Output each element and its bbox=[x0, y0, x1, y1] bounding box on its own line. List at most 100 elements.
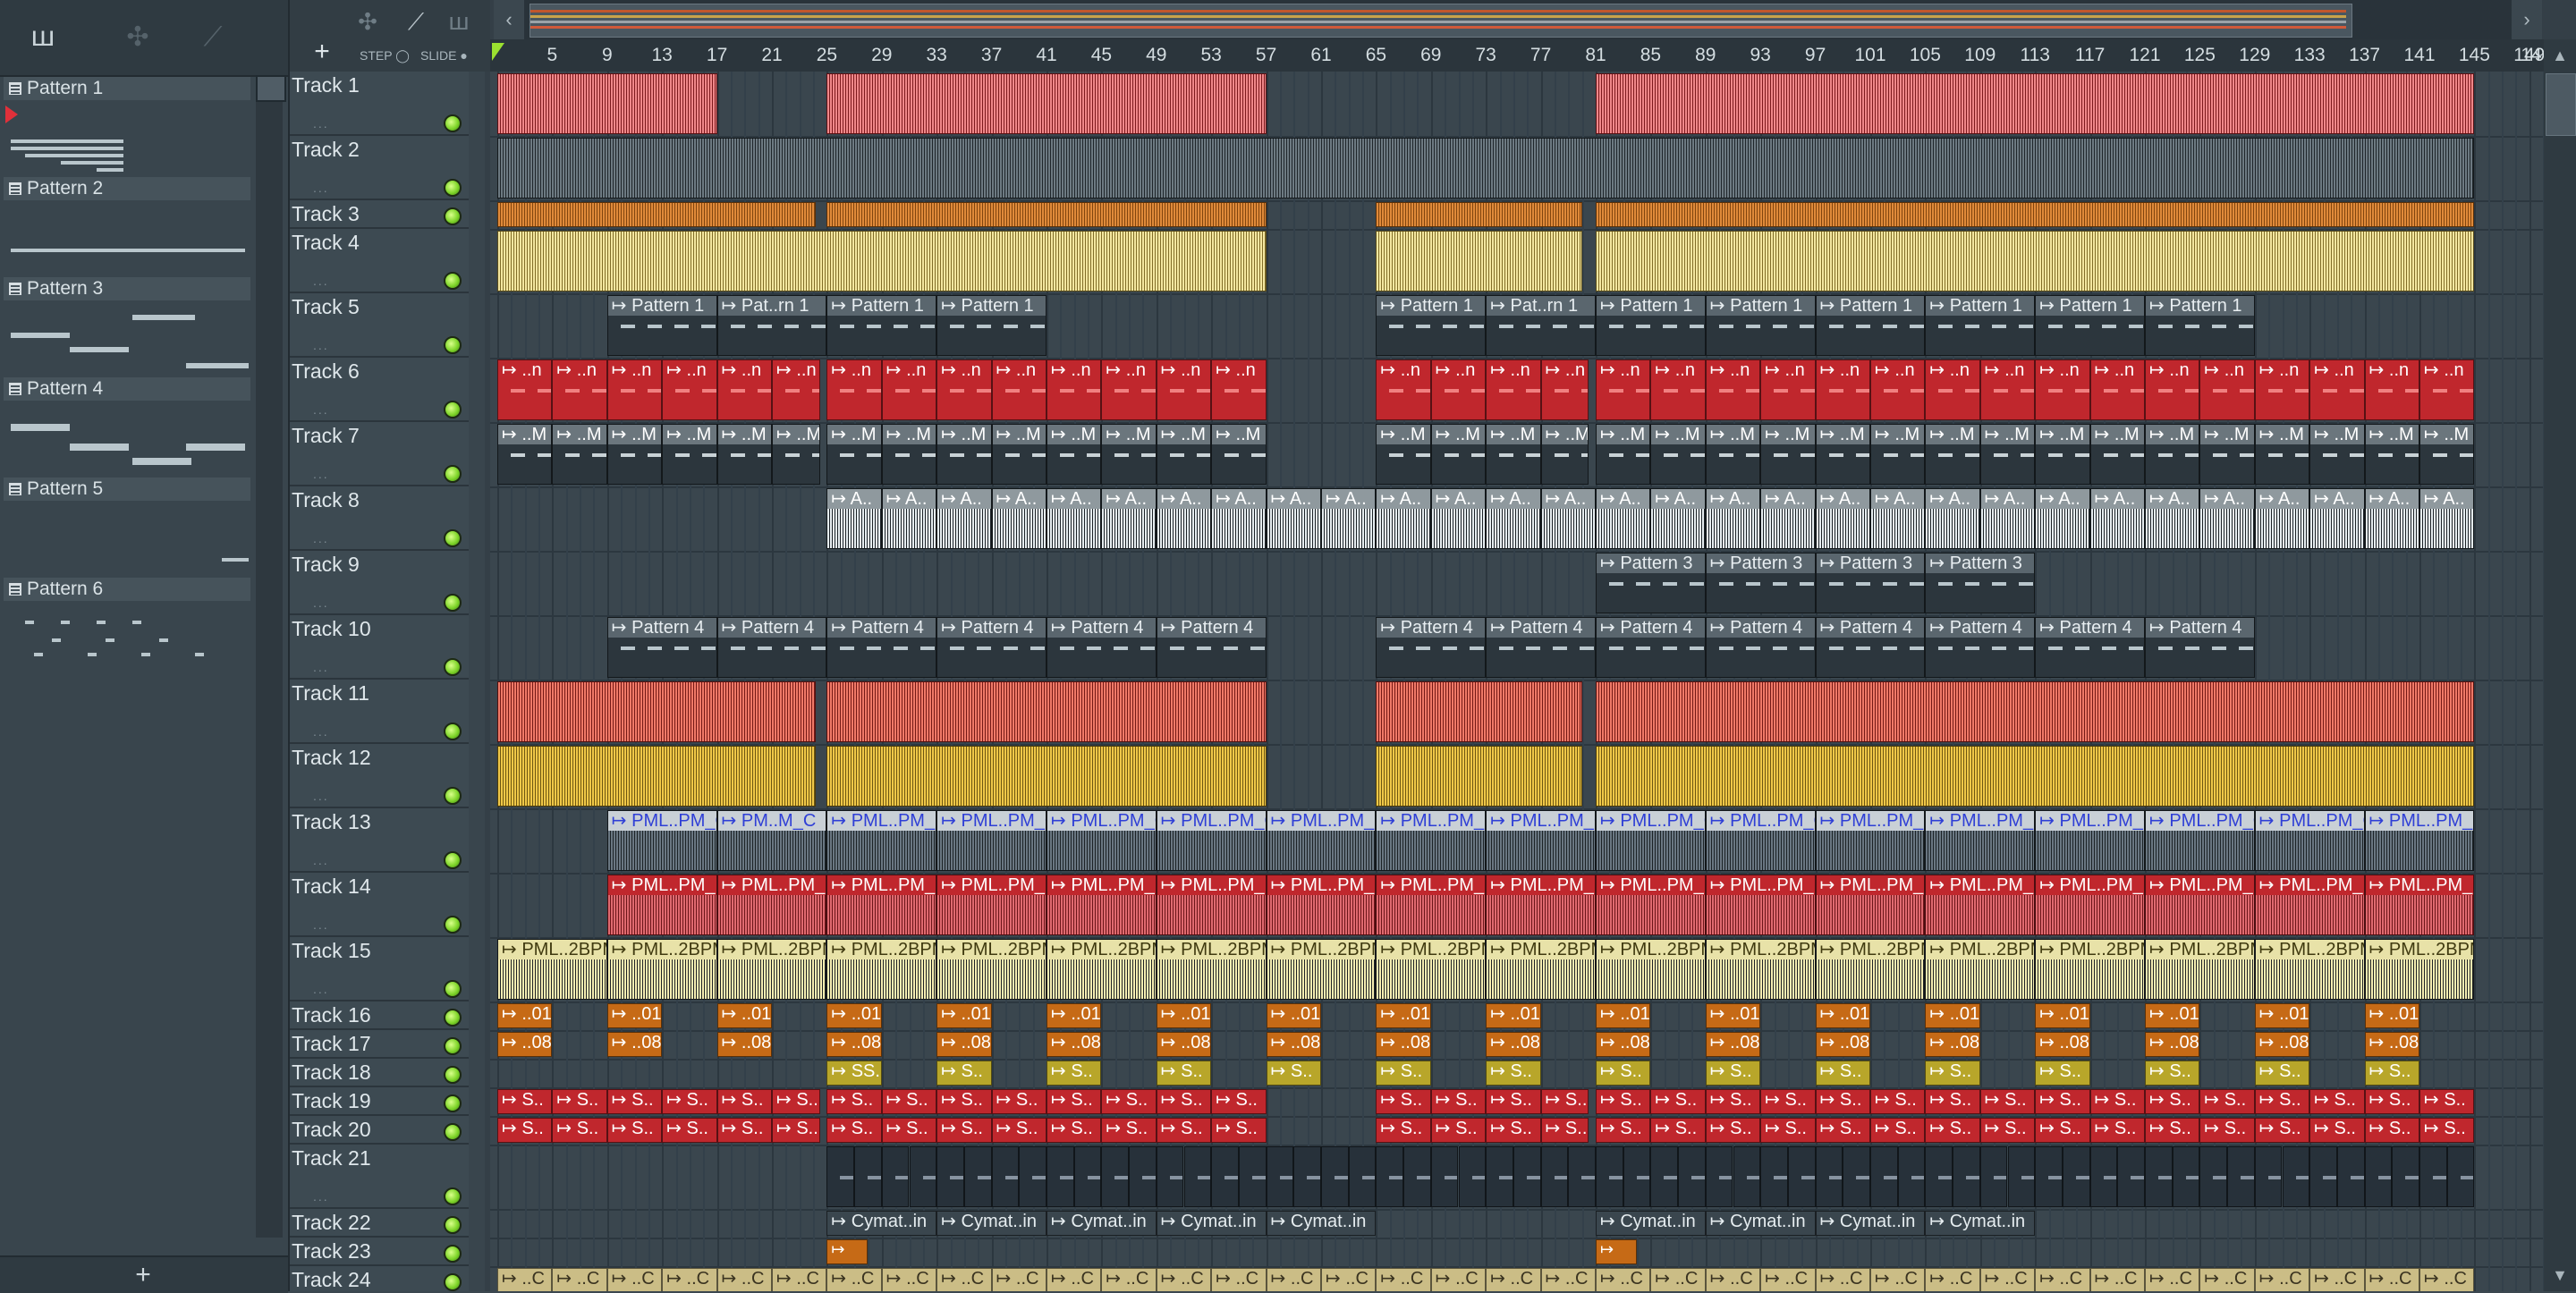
playlist-clip[interactable]: ↦ Cymat..in bbox=[1266, 1211, 1377, 1236]
playlist-clip[interactable]: ↦ S.. bbox=[1430, 1089, 1487, 1114]
playlist-clip[interactable]: ↦ ..M bbox=[2035, 424, 2090, 485]
scroll-left-arrow-icon[interactable]: ‹ bbox=[494, 0, 524, 39]
automation-icon[interactable]: ⟋ bbox=[193, 21, 233, 54]
playlist-clip[interactable] bbox=[497, 681, 817, 742]
track-mute-led-icon[interactable] bbox=[444, 207, 462, 225]
playlist-clip[interactable]: ↦ S.. bbox=[1156, 1061, 1212, 1086]
playlist-clip[interactable]: ↦ ..08 bbox=[1925, 1032, 1980, 1057]
playlist-clip[interactable] bbox=[2419, 1146, 2447, 1207]
playlist-clip[interactable] bbox=[1596, 1146, 1623, 1207]
playlist-clip[interactable]: ↦ ..08 bbox=[1266, 1032, 1321, 1057]
playlist-clip[interactable]: ↦ ..08 bbox=[826, 1032, 882, 1057]
playlist-clip[interactable]: ↦ ..01 bbox=[1046, 1003, 1102, 1028]
playlist-clip[interactable]: ↦ PML..PM_C bbox=[1815, 810, 1926, 871]
playlist-clip[interactable]: ↦ ..C bbox=[1156, 1268, 1212, 1291]
playlist-clip[interactable]: ↦ ..M bbox=[991, 424, 1046, 485]
playlist-clip[interactable]: ↦ ..C bbox=[716, 1268, 772, 1291]
playlist-clip[interactable]: ↦ S.. bbox=[2035, 1061, 2090, 1086]
scroll-down-arrow-icon[interactable]: ▼ bbox=[2544, 1259, 2576, 1291]
playlist-clip[interactable]: ↦ A.. bbox=[1101, 488, 1157, 549]
track-lane[interactable] bbox=[490, 1238, 2544, 1268]
playlist-clip[interactable]: ↦ ..C bbox=[1266, 1268, 1321, 1291]
track-mute-led-icon[interactable] bbox=[444, 787, 462, 805]
playlist-clip[interactable]: ↦ ..C bbox=[662, 1268, 717, 1291]
track-mute-led-icon[interactable] bbox=[444, 465, 462, 483]
playlist-clip[interactable]: ↦ ..n bbox=[2254, 359, 2310, 420]
playlist-clip[interactable]: ↦ ..08 bbox=[2364, 1032, 2419, 1057]
track-mute-led-icon[interactable] bbox=[444, 1245, 462, 1263]
playlist-clip[interactable] bbox=[1376, 202, 1582, 227]
playlist-clip[interactable]: ↦ ..08 bbox=[2145, 1032, 2200, 1057]
playlist-clip[interactable] bbox=[497, 73, 717, 134]
playlist-clip[interactable]: ↦ A.. bbox=[936, 488, 992, 549]
playlist-clip[interactable]: ↦ ..C bbox=[497, 1268, 553, 1291]
playlist-clip[interactable] bbox=[2446, 1146, 2475, 1207]
piano-icon[interactable]: ш bbox=[23, 21, 63, 54]
playlist-clip[interactable]: ↦ ..M bbox=[1211, 424, 1267, 485]
playlist-clip[interactable] bbox=[1293, 1146, 1321, 1207]
track-header[interactable]: Track 3 bbox=[290, 200, 469, 229]
playlist-clip[interactable]: ↦ ..C bbox=[1650, 1268, 1706, 1291]
playlist-clip[interactable]: ↦ ..C bbox=[881, 1268, 937, 1291]
playlist-clip[interactable]: ↦ PML..PM_E bbox=[2035, 875, 2145, 935]
playlist-clip[interactable]: ↦ ..M bbox=[2145, 424, 2200, 485]
playlist-clip[interactable]: ↦ bbox=[1596, 1239, 1638, 1264]
playlist-clip[interactable]: ↦ A.. bbox=[1596, 488, 1651, 549]
playlist-clip[interactable] bbox=[1596, 681, 2475, 742]
track-header[interactable]: Track 21... bbox=[290, 1145, 469, 1209]
playlist-clip[interactable] bbox=[1815, 1146, 1843, 1207]
playlist-clip[interactable]: ↦ PML..PM_E bbox=[606, 875, 717, 935]
playlist-clip[interactable]: ↦ PML..PM_C bbox=[2145, 810, 2255, 871]
playlist-clip[interactable] bbox=[1376, 681, 1582, 742]
playlist-clip[interactable]: ↦ S.. bbox=[2419, 1089, 2475, 1114]
playlist-clip[interactable]: ↦ PML..PM_E bbox=[826, 875, 937, 935]
playlist-clip[interactable]: ↦ S.. bbox=[1650, 1118, 1706, 1143]
audio-clip-icon[interactable]: ✣ bbox=[118, 21, 157, 54]
playlist-clip[interactable]: ↦ PML..PM_E bbox=[1266, 875, 1377, 935]
playlist-clip[interactable]: ↦ PML..PM_C bbox=[1046, 810, 1157, 871]
playlist-clip[interactable]: ↦ ..M bbox=[552, 424, 607, 485]
playlist-clip[interactable]: ↦ PML..2BPM bbox=[936, 939, 1046, 1000]
track-header[interactable]: Track 15... bbox=[290, 937, 469, 1001]
playlist-clip[interactable]: ↦ Cymat..in bbox=[1705, 1211, 1816, 1236]
playlist-clip[interactable]: ↦ Pattern 4 bbox=[936, 617, 1046, 678]
playlist-clip[interactable]: ↦ ..M bbox=[1540, 424, 1589, 485]
playlist-clip[interactable]: ↦ S.. bbox=[2089, 1118, 2145, 1143]
track-mute-led-icon[interactable] bbox=[444, 916, 462, 934]
playlist-clip[interactable] bbox=[1870, 1146, 1898, 1207]
playlist-clip[interactable]: ↦ S.. bbox=[1211, 1118, 1267, 1143]
playlist-clip[interactable]: ↦ PML..PM_C bbox=[1156, 810, 1267, 871]
timeline-ruler[interactable]: 5 9 13 17 21 25 29 33 37 41 45 49 53 57 61 65 69 73 77 81 85… bbox=[490, 39, 2545, 73]
playlist-clip[interactable]: ↦ PML..PM_C bbox=[1376, 810, 1487, 871]
playlist-clip[interactable]: ↦ Pattern 1 bbox=[1925, 295, 2036, 356]
playlist-clip[interactable]: ↦ ..01 bbox=[606, 1003, 663, 1028]
playlist-clip[interactable] bbox=[2117, 1146, 2145, 1207]
playlist-clip[interactable]: ↦ PML..2BPM bbox=[716, 939, 827, 1000]
playlist-clip[interactable]: ↦ Pattern 4 bbox=[2145, 617, 2255, 678]
playlist-clip[interactable]: ↦ ..01 bbox=[826, 1003, 882, 1028]
playlist-clip[interactable]: ↦ A.. bbox=[2254, 488, 2310, 549]
playlist-clip[interactable]: ↦ ..C bbox=[1430, 1268, 1487, 1291]
playlist-clip[interactable]: ↦ A.. bbox=[2309, 488, 2365, 549]
playlist-clip[interactable]: ↦ PML..PM_C bbox=[1596, 810, 1706, 871]
playlist-clip[interactable]: ↦ ..08 bbox=[2254, 1032, 2310, 1057]
playlist-clip[interactable]: ↦ A.. bbox=[991, 488, 1046, 549]
playlist-clip[interactable]: ↦ A.. bbox=[1979, 488, 2036, 549]
picker-scrollbar-thumb[interactable] bbox=[256, 75, 286, 102]
playlist-clip[interactable]: ↦ S.. bbox=[991, 1118, 1046, 1143]
playlist-clip[interactable]: ↦ S.. bbox=[552, 1118, 607, 1143]
playlist-clip[interactable]: ↦ ..M bbox=[497, 424, 553, 485]
playlist-clip[interactable] bbox=[1623, 1146, 1651, 1207]
track-header[interactable]: Track 12... bbox=[290, 744, 469, 808]
playlist-clip[interactable] bbox=[963, 1146, 992, 1207]
playlist-clip[interactable]: ↦ A.. bbox=[1376, 488, 1431, 549]
playlist-clip[interactable]: ↦ ..C bbox=[2089, 1268, 2145, 1291]
playlist-clip[interactable]: ↦ S.. bbox=[1925, 1118, 1980, 1143]
playlist-clip[interactable]: ↦ A.. bbox=[1266, 488, 1321, 549]
playlist-clip[interactable]: ↦ ..01 bbox=[716, 1003, 772, 1028]
playlist-clip[interactable]: ↦ PML..PM_C bbox=[826, 810, 937, 871]
playlist-clip[interactable]: ↦ ..08 bbox=[1046, 1032, 1102, 1057]
scroll-up-arrow-icon[interactable]: ▲ bbox=[2544, 39, 2576, 72]
playlist-clip[interactable]: ↦ A.. bbox=[826, 488, 882, 549]
playlist-clip[interactable]: ↦ ..n bbox=[826, 359, 882, 420]
